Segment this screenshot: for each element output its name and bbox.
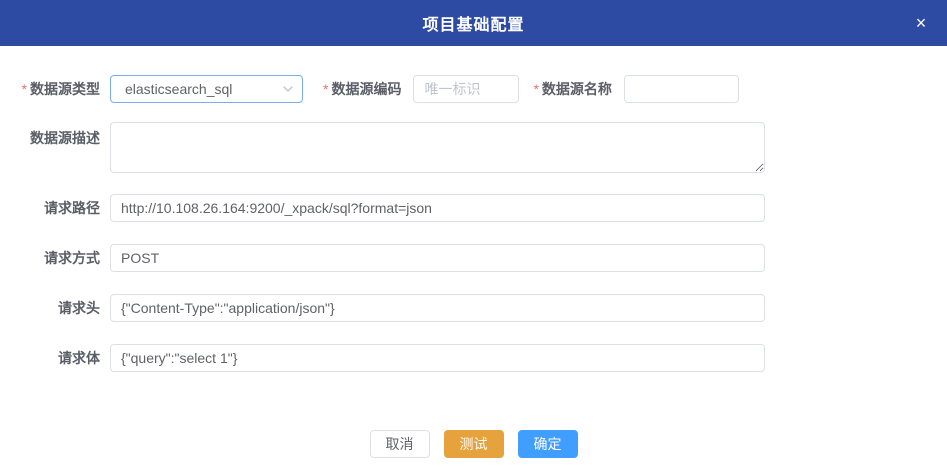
form-row-request-body: 请求体 — [0, 344, 947, 372]
form-row-request-path: 请求路径 — [0, 194, 947, 222]
request-body-label: 请求体 — [58, 350, 100, 366]
dialog-body: *数据源类型 elasticsearch_sql *数据源编码 *数据源名称 数… — [0, 46, 947, 394]
test-button[interactable]: 测试 — [443, 430, 504, 458]
project-config-dialog: 项目基础配置 × * 数据源类型 elasticsearch_sql * 数据源编码… — [0, 0, 947, 471]
request-header-input[interactable] — [110, 294, 765, 322]
request-header-label: 请求头 — [58, 300, 100, 316]
required-mark: * — [533, 81, 539, 97]
datasource-code-input[interactable] — [413, 75, 520, 103]
request-method-label: 请求方式 — [44, 250, 100, 266]
confirm-button[interactable]: 确定 — [517, 430, 578, 458]
request-method-input[interactable] — [110, 244, 765, 272]
form-row-request-method: 请求方式 — [0, 244, 947, 272]
form-row-request-header: 请求头 — [0, 294, 947, 322]
datasource-code-label: * 数据源编码 — [323, 81, 402, 97]
request-path-label: 请求路径 — [44, 200, 100, 216]
dialog-title: 项目基础配置 — [422, 17, 525, 34]
datasource-type-value: elasticsearch_sql — [125, 81, 233, 97]
datasource-desc-label: 数据源描述 — [30, 130, 100, 146]
form-row-description: 数据源描述 — [0, 122, 947, 173]
required-mark: * — [21, 81, 27, 97]
datasource-desc-textarea[interactable] — [110, 122, 765, 173]
datasource-name-input[interactable] — [623, 75, 739, 103]
request-body-input[interactable] — [110, 344, 765, 372]
required-mark: * — [323, 81, 329, 97]
form-row-datasource: *数据源类型 elasticsearch_sql *数据源编码 *数据源名称 — [0, 75, 947, 103]
dialog-footer: 取消 测试 确定 — [0, 394, 947, 471]
close-icon[interactable]: × — [909, 11, 933, 35]
datasource-type-select[interactable]: elasticsearch_sql — [110, 75, 303, 103]
request-path-input[interactable] — [110, 194, 765, 222]
cancel-button[interactable]: 取消 — [369, 430, 430, 458]
chevron-down-icon — [282, 83, 294, 95]
datasource-name-label: * 数据源名称 — [533, 81, 612, 97]
dialog-header: 项目基础配置 × — [0, 0, 947, 46]
datasource-type-label: * 数据源类型 — [21, 81, 100, 97]
